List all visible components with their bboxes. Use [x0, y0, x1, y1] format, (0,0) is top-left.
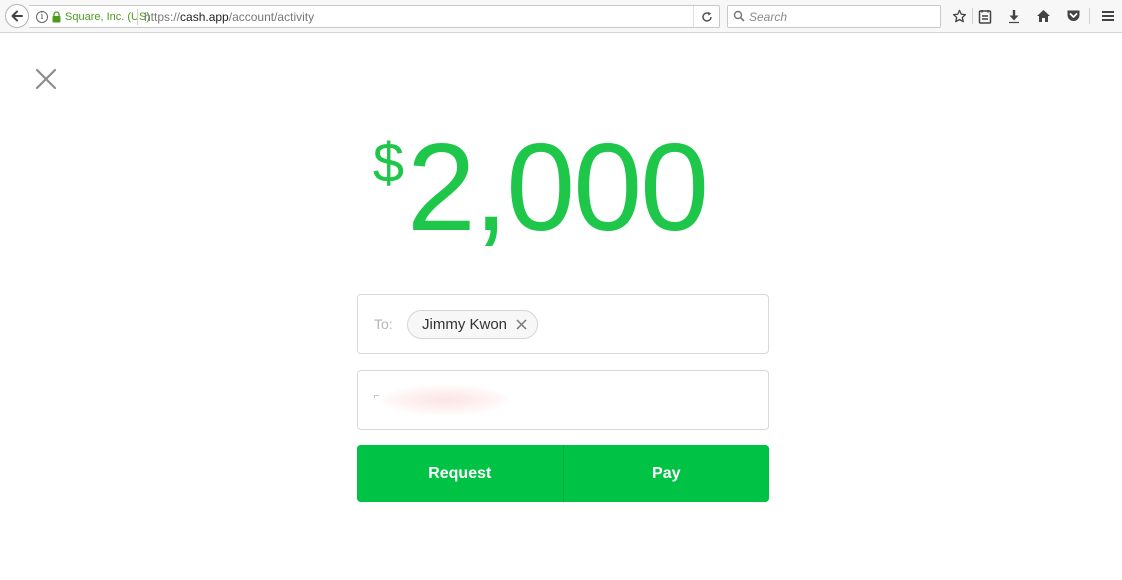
remove-recipient-icon[interactable]	[516, 319, 527, 330]
back-button[interactable]	[5, 4, 29, 28]
url-divider	[137, 9, 138, 25]
pocket-icon	[1067, 10, 1079, 21]
info-icon[interactable]: i	[36, 11, 48, 23]
toolbar-separator	[972, 8, 973, 24]
reload-button[interactable]	[693, 6, 720, 27]
search-placeholder: Search	[749, 10, 788, 24]
pay-button[interactable]: Pay	[563, 445, 769, 502]
bookmark-button[interactable]	[949, 6, 969, 26]
downloads-button[interactable]	[1004, 6, 1024, 26]
pocket-button[interactable]	[1063, 6, 1083, 26]
close-icon[interactable]	[33, 66, 59, 92]
reload-icon	[702, 11, 712, 22]
address-bar[interactable]: i Square, Inc. (US) https://cash.app/acc…	[29, 5, 720, 28]
amount-display: $ 2,000	[373, 115, 709, 261]
browser-toolbar: i Square, Inc. (US) https://cash.app/acc…	[0, 0, 1122, 33]
note-input[interactable]	[372, 383, 756, 417]
payment-amount: $ 2,000	[0, 115, 1122, 265]
url-scheme: https://	[144, 10, 181, 24]
hamburger-menu-icon	[1102, 11, 1114, 21]
search-icon	[733, 10, 745, 22]
recipient-field[interactable]: To: Jimmy Kwon	[357, 294, 769, 354]
recipient-name: Jimmy Kwon	[422, 316, 508, 333]
home-icon	[1036, 10, 1050, 22]
amount-value: 2,000	[406, 119, 709, 257]
url-path: /account/activity	[228, 10, 315, 24]
reading-list-button[interactable]	[975, 6, 995, 26]
star-icon	[952, 9, 966, 22]
to-label: To:	[374, 316, 393, 332]
payment-actions: Request Pay	[357, 445, 769, 502]
toolbar-separator	[1089, 8, 1090, 24]
download-icon	[1009, 9, 1019, 23]
currency-symbol: $	[372, 131, 404, 194]
reading-list-icon	[978, 9, 992, 24]
recipient-chip[interactable]: Jimmy Kwon	[407, 310, 539, 339]
search-box[interactable]: Search	[727, 5, 941, 28]
request-button[interactable]: Request	[357, 445, 563, 502]
note-field[interactable]	[357, 370, 769, 430]
lock-icon	[52, 11, 61, 23]
open-menu-button[interactable]	[1098, 6, 1118, 26]
url-text[interactable]: https://cash.app/account/activity	[144, 10, 314, 24]
url-host: cash.app	[180, 10, 229, 24]
back-arrow-icon	[11, 10, 23, 22]
home-button[interactable]	[1033, 6, 1053, 26]
